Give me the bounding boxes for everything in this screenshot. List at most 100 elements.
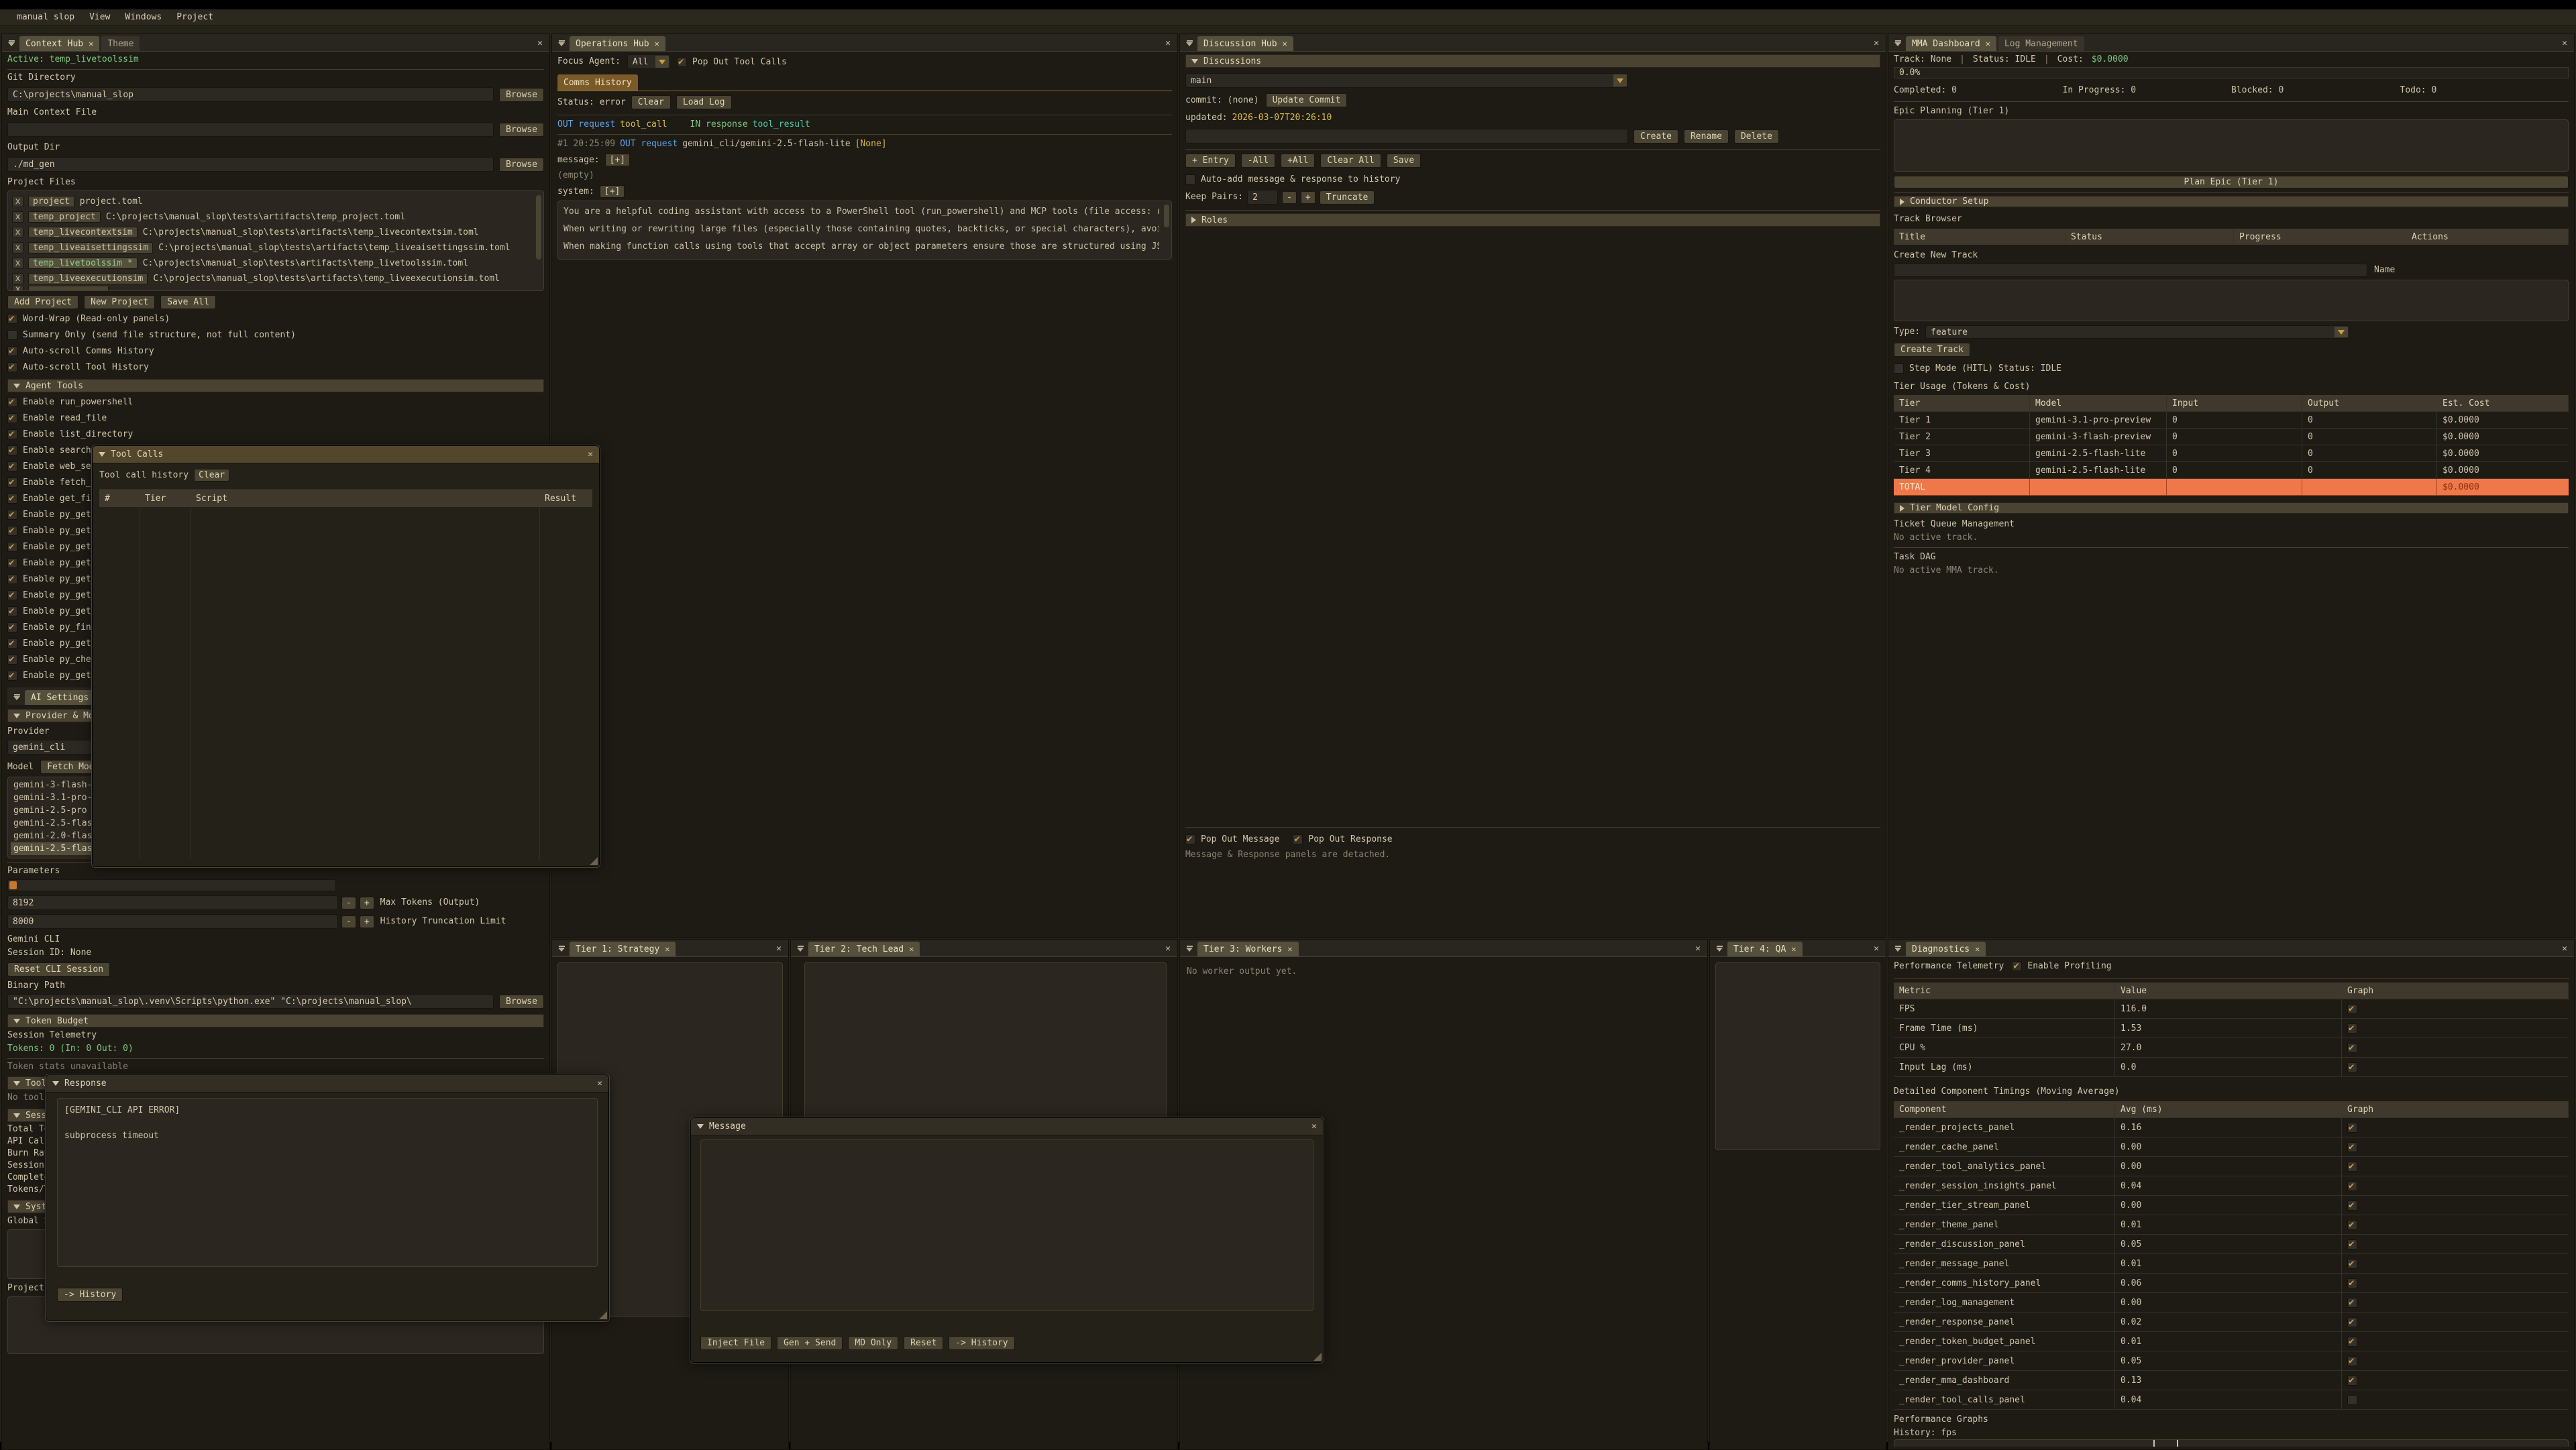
remove-file-button[interactable]: x [12, 242, 23, 254]
checkbox-icon[interactable] [7, 638, 17, 649]
window-menu-icon[interactable] [1183, 942, 1196, 955]
popout-toolcalls-checkbox[interactable]: Pop Out Tool Calls [677, 56, 787, 68]
message-action-button[interactable]: Reset [904, 1336, 943, 1350]
main-context-input[interactable] [7, 122, 494, 137]
project-file-badge[interactable]: temp_livecontextsim [28, 227, 138, 238]
window-menu-icon[interactable] [1891, 36, 1904, 50]
delete-discussion-button[interactable]: Delete [1734, 129, 1779, 144]
tab-mma-dashboard[interactable]: MMA Dashboard✕ [1906, 36, 1996, 51]
checkbox-icon[interactable] [7, 314, 17, 324]
tool-history-clear-button[interactable]: Clear [194, 469, 229, 482]
remove-file-button[interactable]: x [12, 196, 23, 207]
history-action-button[interactable]: + Entry [1185, 154, 1236, 168]
checkbox-icon[interactable] [7, 413, 17, 423]
load-log-button[interactable]: Load Log [676, 95, 732, 109]
tab-close-icon[interactable]: ✕ [1287, 944, 1292, 954]
checkbox-icon[interactable] [7, 671, 17, 681]
graph-checkbox-icon[interactable] [2347, 1220, 2357, 1230]
window-menu-icon[interactable] [10, 690, 23, 704]
window-menu-icon[interactable] [5, 36, 18, 50]
window-menu-icon[interactable] [555, 942, 568, 955]
history-action-button[interactable]: Clear All [1320, 154, 1381, 168]
project-file-badge[interactable]: project [28, 196, 74, 207]
message-action-button[interactable]: Gen + Send [777, 1336, 843, 1350]
keep-pairs-input[interactable]: 2 [1247, 190, 1278, 205]
option-checkbox-row[interactable]: Auto-scroll Comms History [7, 345, 544, 357]
graph-checkbox-icon[interactable] [2347, 1201, 2357, 1211]
discussion-branch-combo[interactable]: main [1185, 73, 1628, 88]
window-menu-icon[interactable] [1183, 36, 1196, 50]
track-name-input[interactable] [1894, 264, 2367, 277]
project-action-button[interactable]: Add Project [7, 295, 78, 309]
remove-file-button[interactable]: x [12, 227, 23, 238]
tab-context-hub[interactable]: Context Hub✕ [19, 36, 99, 51]
history-action-button[interactable]: +All [1281, 154, 1315, 168]
tab-discussion-hub[interactable]: Discussion Hub✕ [1197, 36, 1293, 51]
panel-close-icon[interactable]: ✕ [532, 38, 548, 48]
remove-file-button[interactable]: x [12, 211, 23, 223]
token-budget-header[interactable]: Token Budget [7, 1014, 544, 1027]
temperature-slider[interactable] [7, 879, 336, 891]
message-action-button[interactable]: -> History [949, 1336, 1014, 1350]
system-prompt-scrollbar[interactable] [1164, 205, 1169, 227]
binary-path-input[interactable]: "C:\projects\manual_slop\.venv\Scripts\p… [7, 994, 494, 1009]
window-close-icon[interactable]: ✕ [588, 449, 593, 459]
tab-operations-hub[interactable]: Operations Hub✕ [570, 36, 665, 51]
graph-checkbox-icon[interactable] [2347, 1162, 2357, 1172]
agent-tool-checkbox-row[interactable]: Enable read_file [7, 412, 544, 425]
chevron-down-icon[interactable] [655, 56, 669, 68]
tab-tier1[interactable]: Tier 1: Strategy✕ [570, 942, 676, 956]
resize-grip[interactable] [1313, 1353, 1322, 1361]
graph-checkbox-icon[interactable] [2347, 1062, 2357, 1072]
window-close-icon[interactable]: ✕ [597, 1078, 602, 1089]
project-file-row[interactable]: x temp_liveaisettingssim C:\projects\man… [12, 240, 534, 256]
project-file-row[interactable]: x project project.toml [12, 194, 534, 209]
message-textarea[interactable] [700, 1139, 1313, 1311]
project-file-badge[interactable]: temp_liveexecutionsim [28, 273, 148, 284]
checkbox-icon[interactable] [7, 622, 17, 632]
window-menu-icon[interactable] [1713, 942, 1726, 955]
chevron-down-icon[interactable] [2334, 327, 2348, 337]
panel-close-icon[interactable]: ✕ [2557, 944, 2573, 954]
tab-diagnostics[interactable]: Diagnostics✕ [1906, 942, 1986, 956]
tab-close-icon[interactable]: ✕ [665, 944, 669, 954]
checkbox-icon[interactable] [7, 478, 17, 488]
tab-close-icon[interactable]: ✕ [909, 944, 914, 954]
graph-checkbox-icon[interactable] [2347, 1356, 2357, 1366]
max-tokens-minus-button[interactable]: - [341, 897, 356, 909]
panel-close-icon[interactable]: ✕ [2557, 38, 2573, 48]
graph-checkbox-icon[interactable] [2347, 1376, 2357, 1386]
menu-item[interactable]: manual slop [9, 9, 82, 25]
resize-grip[interactable] [590, 857, 598, 865]
checkbox-icon[interactable] [7, 606, 17, 616]
response-history-button[interactable]: -> History [57, 1288, 123, 1302]
track-description-textarea[interactable] [1894, 280, 2569, 321]
panel-close-icon[interactable]: ✕ [1690, 944, 1706, 954]
project-file-row[interactable]: x temp_livecontextsim C:\projects\manual… [12, 225, 534, 240]
tab-close-icon[interactable]: ✕ [1283, 39, 1287, 48]
conductor-setup-header[interactable]: Conductor Setup [1894, 196, 2569, 207]
tab-close-icon[interactable]: ✕ [1975, 944, 1980, 954]
graph-checkbox-icon[interactable] [2347, 1337, 2357, 1347]
tab-tier3[interactable]: Tier 3: Workers✕ [1197, 942, 1299, 956]
slider-knob[interactable] [9, 881, 17, 889]
message-action-button[interactable]: MD Only [848, 1336, 898, 1350]
tab-close-icon[interactable]: ✕ [655, 39, 659, 48]
checkbox-icon[interactable] [1185, 174, 1195, 184]
agent-tools-header[interactable]: Agent Tools [7, 379, 544, 392]
focus-agent-combo[interactable]: All [627, 54, 670, 69]
tab-close-icon[interactable]: ✕ [89, 39, 93, 48]
system-expand-button[interactable]: [+] [600, 185, 625, 198]
epic-planning-textarea[interactable] [1894, 119, 2569, 172]
graph-checkbox-icon[interactable] [2347, 1239, 2357, 1249]
autoadd-checkbox-row[interactable]: Auto-add message & response to history [1185, 173, 1880, 186]
checkbox-icon[interactable] [1894, 364, 1904, 374]
project-file-badge[interactable]: temp_liveaisettingssim [28, 242, 153, 254]
popout-response-checkbox[interactable]: Pop Out Response [1293, 833, 1392, 846]
menu-item[interactable]: View [82, 9, 117, 25]
track-type-combo[interactable]: feature [1925, 325, 2349, 339]
popout-message-checkbox[interactable]: Pop Out Message [1185, 833, 1279, 846]
checkbox-icon[interactable] [7, 429, 17, 439]
panel-close-icon[interactable]: ✕ [1160, 38, 1176, 48]
git-directory-input[interactable]: C:\projects\manual_slop [7, 87, 494, 102]
